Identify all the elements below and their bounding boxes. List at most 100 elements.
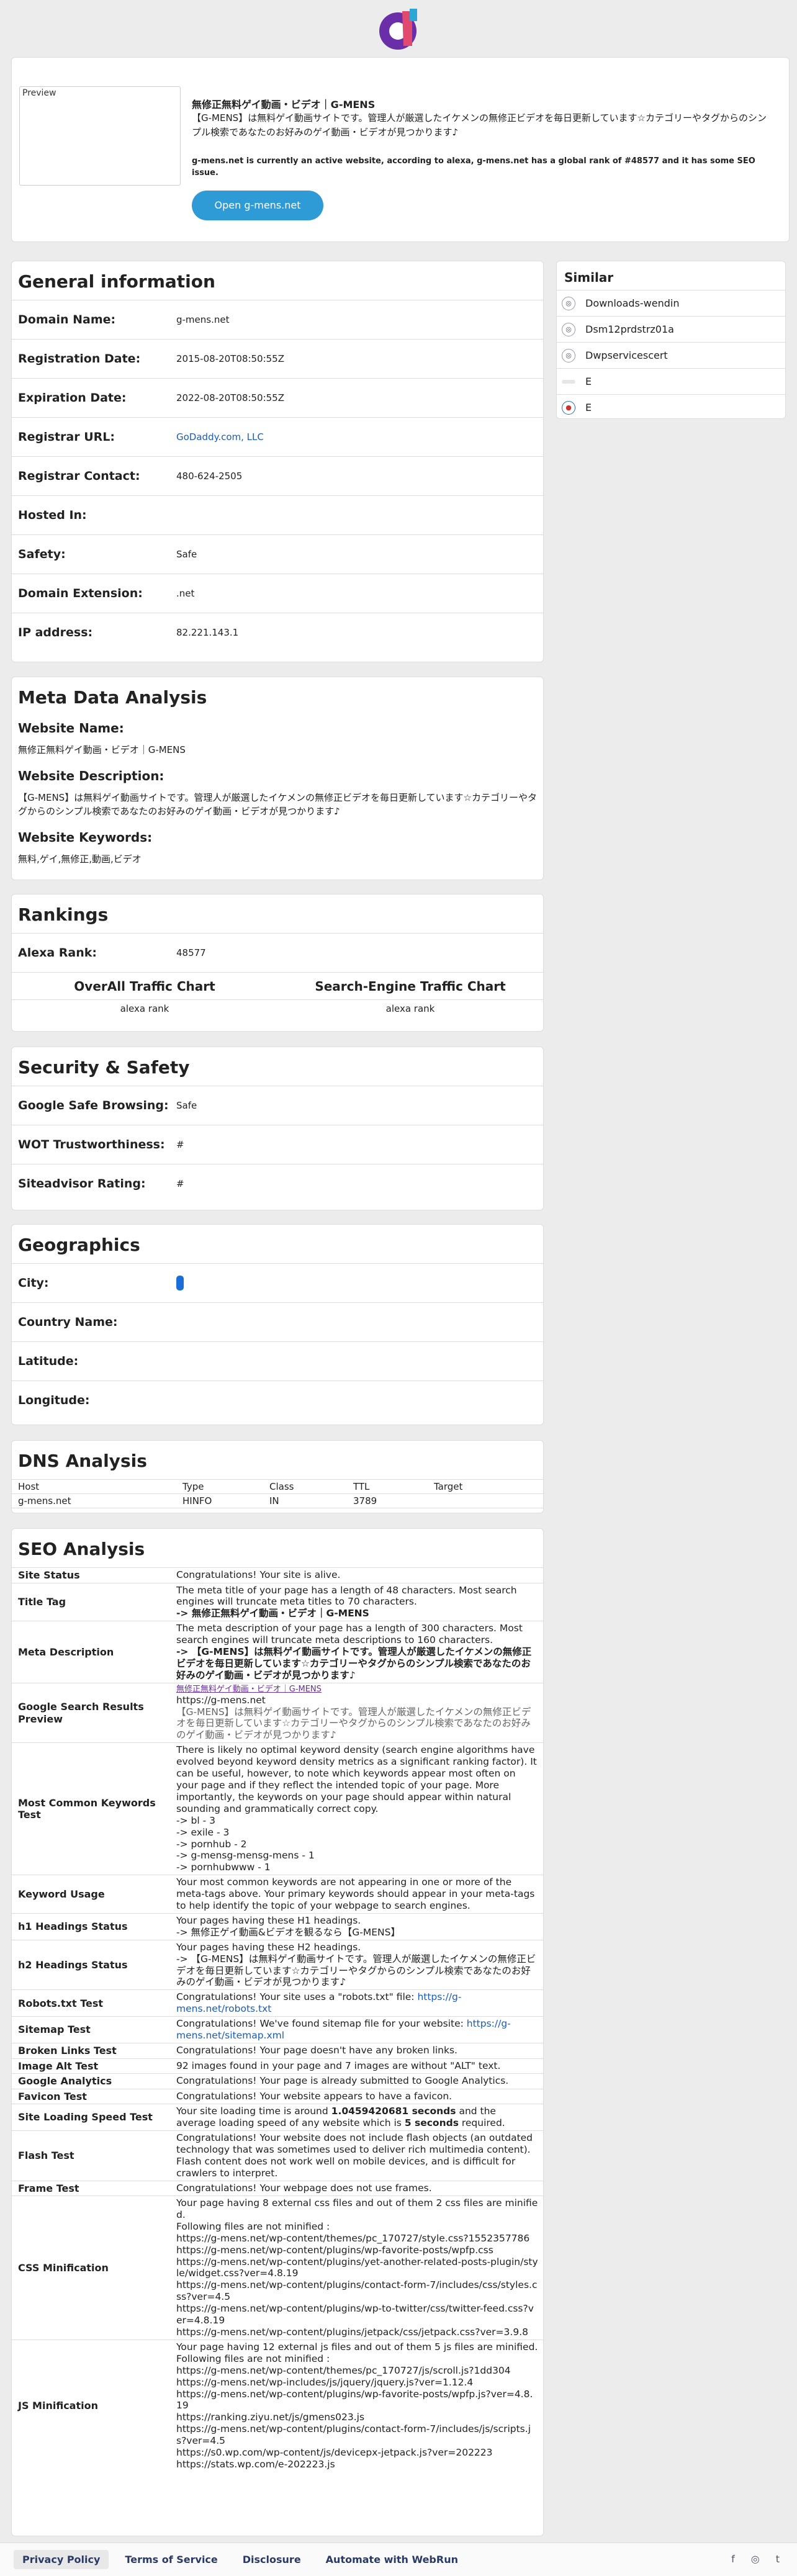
preview-alt-text: Preview	[22, 88, 56, 98]
hero-card: Preview 無修正無料ゲイ動画・ビデオ｜G-MENS 【G-MENS】は無料…	[11, 57, 790, 242]
overall-traffic-chart-image: alexa rank	[120, 1002, 169, 1014]
footer-link-disclosure[interactable]: Disclosure	[234, 2550, 310, 2569]
info-row: Domain Name: g-mens.net	[12, 300, 543, 339]
info-row: Alexa Rank: 48577	[12, 933, 543, 972]
footer-link-terms[interactable]: Terms of Service	[116, 2550, 226, 2569]
info-row: City:	[12, 1263, 543, 1302]
info-label: Registration Date:	[18, 352, 141, 366]
dns-cell: IN	[263, 1493, 347, 1508]
similar-item[interactable]: ● E	[557, 394, 785, 420]
similar-item[interactable]: E	[557, 368, 785, 394]
dns-card: DNS Analysis Host Type Class TTL Target …	[11, 1440, 544, 1513]
info-value: 480-624-2505	[176, 471, 243, 482]
seo-label: Favicon Test	[12, 2088, 176, 2104]
seo-value-highlight: -> 【G-MENS】は無料ゲイ動画サイトです。管理人が厳選したイケメンの無修正…	[176, 1646, 532, 1681]
seo-value: Congratulations! Your site is alive.	[176, 1567, 543, 1583]
site-icon: ◎	[562, 296, 575, 310]
info-row: Latitude:	[12, 1341, 543, 1380]
similar-item-label: Downloads-wendin	[585, 297, 680, 309]
info-label: Hosted In:	[18, 508, 87, 522]
info-label: Longitude:	[18, 1394, 90, 1407]
info-label: Google Safe Browsing:	[18, 1099, 169, 1112]
seo-value: Congratulations! Your webpage does not u…	[176, 2180, 543, 2196]
website-description-label: Website Description:	[18, 768, 164, 783]
general-info-card: General information Domain Name: g-mens.n…	[11, 261, 544, 662]
info-row: Safety: Safe	[12, 534, 543, 574]
info-row: Registrar Contact: 480-624-2505	[12, 456, 543, 495]
info-label: Siteadvisor Rating:	[18, 1177, 146, 1191]
facebook-icon[interactable]: f	[731, 2553, 735, 2565]
table-row: Site Loading Speed Test Your site loading…	[12, 2104, 543, 2131]
similar-title: Similar	[564, 270, 614, 285]
site-icon: ●	[562, 400, 575, 415]
website-description-value: 【G-MENS】は無料ゲイ動画サイトです。管理人が厳選したイケメンの無修正ビデオ…	[18, 791, 537, 817]
geographics-card: Geographics City: Country Name: Latitude…	[11, 1224, 544, 1425]
open-site-button[interactable]: Open g-mens.net	[192, 191, 323, 220]
info-row: Longitude:	[12, 1380, 543, 1420]
rankings-card: Rankings Alexa Rank: 48577 OverAll Traffi…	[11, 894, 544, 1032]
similar-item-label: E	[585, 402, 592, 413]
overall-traffic-chart-title: OverAll Traffic Chart	[74, 978, 215, 994]
seo-label: Google Analytics	[12, 2073, 176, 2089]
hero-description: 【G-MENS】は無料ゲイ動画サイトです。管理人が厳選したイケメンの無修正ビデオ…	[192, 112, 767, 138]
info-value: Safe	[176, 1100, 197, 1111]
dns-header: Target	[428, 1479, 543, 1494]
table-row: JS Minification Your page having 12 exter…	[12, 2339, 543, 2472]
info-value: g-mens.net	[176, 314, 230, 325]
site-logo[interactable]	[375, 5, 423, 53]
table-row: CSS Minification Your page having 8 exter…	[12, 2195, 543, 2340]
info-value: #	[176, 1139, 184, 1150]
loading-time-value: 1.0459420681 seconds	[331, 2105, 456, 2117]
search-engine-traffic-chart-image: alexa rank	[385, 1002, 435, 1014]
website-keywords-value: 無料,ゲイ,無修正,動画,ビデオ	[18, 853, 142, 865]
seo-label: Robots.txt Test	[12, 1989, 176, 2017]
seo-value: The meta description of your page has a …	[176, 1623, 523, 1646]
search-preview-url: https://g-mens.net	[176, 1694, 266, 1706]
instagram-icon[interactable]: ◎	[751, 2553, 760, 2565]
seo-value: Congratulations! Your page is already su…	[176, 2073, 543, 2089]
twitter-icon[interactable]: t	[776, 2553, 780, 2565]
seo-label: Site Loading Speed Test	[12, 2104, 176, 2131]
seo-label: Most Common Keywords Test	[12, 1742, 176, 1875]
info-row: IP address: 82.221.143.1	[12, 613, 543, 652]
info-label: Domain Extension:	[18, 587, 143, 600]
table-row: Image Alt Test 92 images found in your pa…	[12, 2058, 543, 2074]
info-row: Expiration Date: 2022-08-20T08:50:55Z	[12, 378, 543, 417]
website-name-label: Website Name:	[18, 721, 124, 736]
seo-value: Congratulations! Your website appears to…	[176, 2088, 543, 2104]
footer-link-webrun[interactable]: Automate with WebRun	[317, 2550, 467, 2569]
seo-value: Your page having 12 external js files an…	[176, 2339, 543, 2472]
info-value: 82.221.143.1	[176, 627, 239, 638]
seo-value: Your most common keywords are not appear…	[176, 1875, 543, 1914]
site-icon: ◎	[562, 348, 575, 363]
social-links: f ◎ t	[731, 2553, 780, 2565]
table-row: Keyword Usage Your most common keywords a…	[12, 1875, 543, 1914]
seo-title: SEO Analysis	[18, 1539, 145, 1559]
seo-value: Your page having 8 external css files an…	[176, 2195, 543, 2340]
table-row: g-mens.net HINFO IN 3789	[12, 1493, 543, 1508]
info-label: Safety:	[18, 547, 66, 561]
similar-card: Similar ◎ Downloads-wendin ◎ Dsm12prdstrz0…	[556, 261, 786, 419]
search-preview-title[interactable]: 無修正無料ゲイ動画・ビデオ｜G-MENS	[176, 1685, 538, 1695]
info-row: Domain Extension: .net	[12, 574, 543, 613]
similar-item[interactable]: ◎ Dsm12prdstrz01a	[557, 316, 785, 342]
hero-note: g-mens.net is currently an active websit…	[192, 156, 755, 178]
info-row: Registration Date: 2015-08-20T08:50:55Z	[12, 339, 543, 378]
meta-analysis-card: Meta Data Analysis Website Name: 無修正無料ゲイ…	[11, 677, 544, 880]
seo-label: JS Minification	[12, 2339, 176, 2472]
info-row: Hosted In:	[12, 495, 543, 534]
alexa-rank-label: Alexa Rank:	[18, 946, 97, 960]
info-label: Expiration Date:	[18, 391, 127, 405]
footer-link-privacy[interactable]: Privacy Policy	[14, 2550, 109, 2569]
info-row: WOT Trustworthiness: #	[12, 1125, 543, 1164]
info-label: Country Name:	[18, 1315, 118, 1329]
registrar-link[interactable]: GoDaddy.com, LLC	[176, 431, 264, 443]
average-speed-value: 5 seconds	[404, 2117, 459, 2128]
table-row: Most Common Keywords Test There is likely…	[12, 1742, 543, 1875]
seo-label: CSS Minification	[12, 2195, 176, 2340]
similar-item[interactable]: ◎ Downloads-wendin	[557, 290, 785, 316]
seo-value: Congratulations! Your page doesn't have …	[176, 2043, 543, 2059]
city-flag-icon	[176, 1276, 184, 1290]
similar-item[interactable]: ◎ Dwpservicescert	[557, 342, 785, 368]
seo-value: There is likely no optimal keyword densi…	[176, 1742, 543, 1875]
